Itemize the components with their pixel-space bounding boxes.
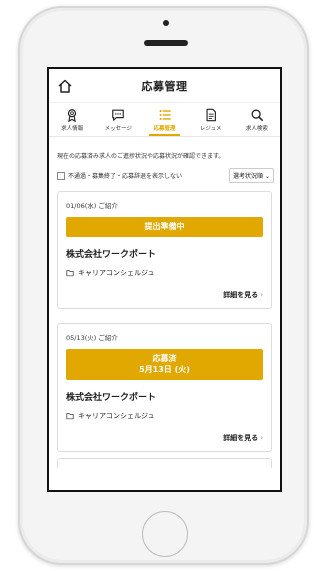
status-badge: 提出準備中 <box>66 217 263 238</box>
hide-closed-label[interactable]: 不通過・募集終了・応募辞退を表示しない <box>68 171 182 180</box>
chevron-right-icon: › <box>260 291 263 300</box>
status-badge: 応募済 5月13日 (火) <box>66 349 263 381</box>
app-header: 応募管理 <box>49 69 280 103</box>
page-description: 現在の応募済み求人のご進捗状況や応募状況が確認できます。 <box>57 153 225 160</box>
page-title: 応募管理 <box>141 79 188 93</box>
view-details-label: 詳細を見る <box>223 291 259 300</box>
application-card-partial <box>57 458 272 469</box>
tab-label: レジュメ <box>199 125 222 132</box>
tab-job-search[interactable]: 求人検索 <box>234 103 280 136</box>
status-date: 5月13日 (火) <box>139 364 190 374</box>
view-details-link[interactable]: 詳細を見る › <box>66 290 263 300</box>
chevron-down-icon: ⌄ <box>264 173 270 180</box>
company-name: 株式会社ワークポート <box>66 250 157 261</box>
view-details-label: 詳細を見る <box>223 434 259 443</box>
folder-icon <box>66 270 74 277</box>
tab-bar: 求人情報 メッセージ 応募管理 レジュメ 求人検索 <box>49 103 280 137</box>
tab-label: 求人情報 <box>61 125 84 132</box>
company-name: 株式会社ワークポート <box>66 393 157 404</box>
application-card: 05/13(火) ご紹介 応募済 5月13日 (火) 株式会社ワークポート キャ… <box>57 323 272 453</box>
tab-resume[interactable]: レジュメ <box>188 103 234 136</box>
chevron-right-icon: › <box>260 434 263 443</box>
tab-messages[interactable]: メッセージ <box>95 103 141 136</box>
job-title-row: キャリアコンシェルジュ <box>66 268 263 278</box>
app-screen: 応募管理 求人情報 メッセージ 応募管理 レジュメ 求人検索 現在の応募済み求人… <box>47 67 282 492</box>
application-card: 01/06(水) ご紹介 提出準備中 株式会社ワークポート キャリアコンシェルジ… <box>57 191 272 310</box>
sort-select[interactable]: 選考状況順 ⌄ <box>229 168 274 183</box>
camera-dot <box>163 20 169 26</box>
search-icon <box>251 109 263 121</box>
introduction-date: 01/06(水) ご紹介 <box>66 202 118 210</box>
job-title: キャリアコンシェルジュ <box>78 412 155 421</box>
tab-label: メッセージ <box>104 125 132 132</box>
home-icon[interactable] <box>57 78 73 94</box>
tab-label: 求人検索 <box>245 125 268 132</box>
tab-label: 応募管理 <box>153 125 176 132</box>
sort-select-value: 選考状況順 <box>233 173 264 180</box>
chat-icon <box>112 109 125 121</box>
speaker-grille <box>144 40 188 46</box>
job-title-row: キャリアコンシェルジュ <box>66 411 263 421</box>
hide-closed-checkbox[interactable] <box>57 171 65 180</box>
tab-application-management[interactable]: 応募管理 <box>141 103 187 136</box>
job-title: キャリアコンシェルジュ <box>78 269 155 278</box>
ribbon-icon <box>67 108 77 122</box>
document-icon <box>206 108 216 121</box>
tab-job-info[interactable]: 求人情報 <box>49 103 95 136</box>
folder-icon <box>66 413 74 420</box>
home-button[interactable] <box>142 511 188 557</box>
filter-row: 不通過・募集終了・応募辞退を表示しない 選考状況順 ⌄ <box>49 160 280 183</box>
introduction-date: 05/13(火) ご紹介 <box>66 334 118 343</box>
status-label: 応募済 <box>152 354 177 364</box>
status-label: 提出準備中 <box>144 222 185 231</box>
list-icon <box>159 109 171 120</box>
view-details-link[interactable]: 詳細を見る › <box>66 433 263 443</box>
